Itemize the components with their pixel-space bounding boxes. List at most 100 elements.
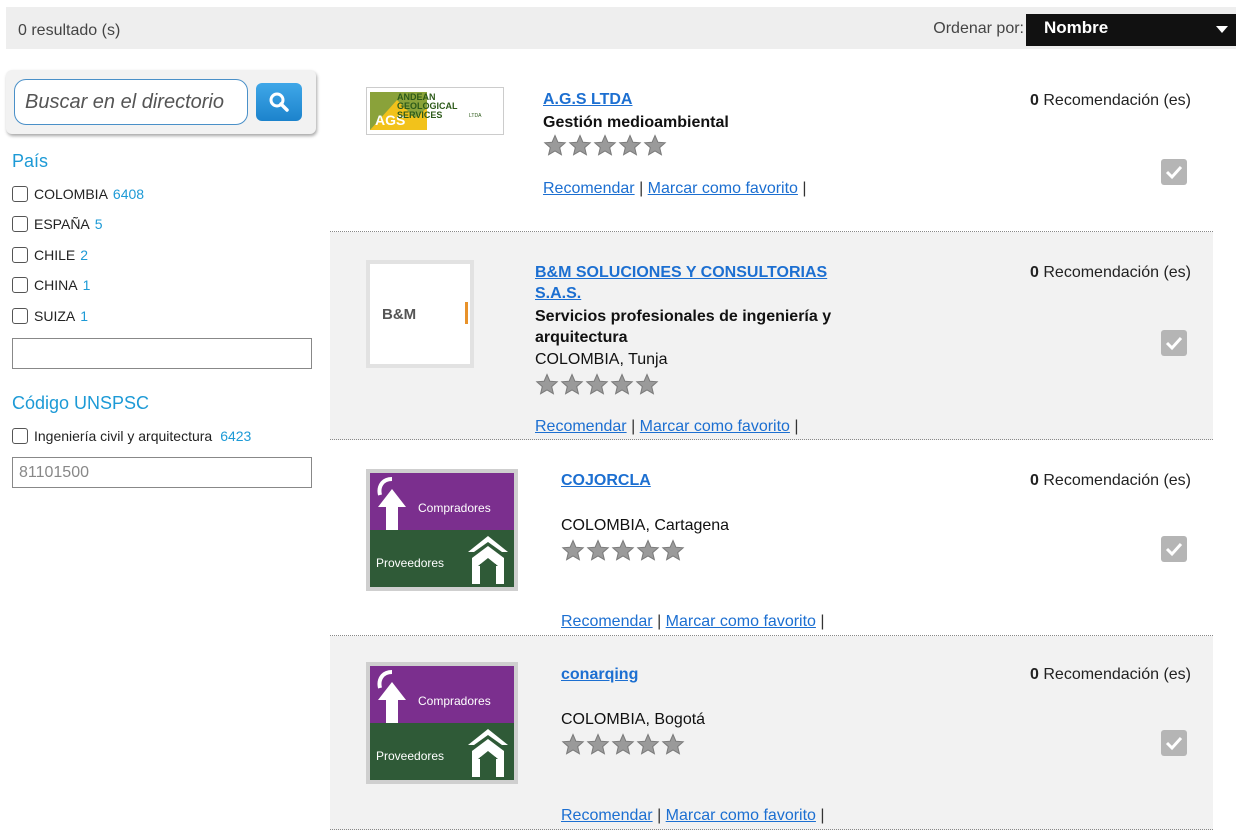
unspsc-item-civil-engineering[interactable]: Ingeniería civil y arquitectura 6423 bbox=[12, 427, 251, 445]
favorite-link[interactable]: Marcar como favorito bbox=[640, 418, 790, 435]
separator: | bbox=[657, 613, 662, 630]
favorite-link[interactable]: Marcar como favorito bbox=[648, 180, 798, 197]
separator: | bbox=[631, 418, 636, 435]
search-input[interactable] bbox=[14, 79, 248, 125]
rating-stars[interactable] bbox=[561, 539, 685, 562]
separator: | bbox=[820, 613, 825, 630]
select-checkbox[interactable] bbox=[1161, 330, 1187, 356]
rec-number: 0 bbox=[1030, 92, 1039, 109]
country-name: ESPAÑA bbox=[34, 216, 90, 232]
country-name: COLOMBIA bbox=[34, 186, 108, 202]
company-logo[interactable]: B&M bbox=[366, 260, 474, 368]
sort-label: Ordenar por: bbox=[933, 20, 1024, 37]
select-checkbox[interactable] bbox=[1161, 536, 1187, 562]
star-icon[interactable] bbox=[643, 134, 667, 157]
favorite-link[interactable]: Marcar como favorito bbox=[666, 807, 816, 824]
country-item-china[interactable]: CHINA 1 bbox=[12, 276, 90, 294]
rec-label: Recomendación (es) bbox=[1043, 92, 1191, 109]
star-icon[interactable] bbox=[611, 733, 635, 756]
star-icon[interactable] bbox=[635, 373, 659, 396]
result-actions: Recomendar | Marcar como favorito | bbox=[561, 807, 825, 825]
unspsc-facet-title: Código UNSPSC bbox=[12, 393, 150, 413]
star-icon[interactable] bbox=[661, 733, 685, 756]
result-actions: Recomendar | Marcar como favorito | bbox=[561, 613, 825, 631]
star-icon[interactable] bbox=[585, 373, 609, 396]
logo-text-3: SERVICES bbox=[397, 110, 443, 120]
company-title-link-2[interactable]: S.A.S. bbox=[535, 284, 581, 303]
checkbox[interactable] bbox=[12, 308, 28, 324]
result-row: AGS ANDEAN GEOLOGICAL SERVICES LTDA A.G.… bbox=[330, 70, 1213, 232]
checkbox[interactable] bbox=[12, 216, 28, 232]
favorite-link[interactable]: Marcar como favorito bbox=[666, 613, 816, 630]
checkbox[interactable] bbox=[12, 428, 28, 444]
company-logo[interactable]: Compradores Proveedores bbox=[366, 662, 518, 784]
star-icon[interactable] bbox=[535, 373, 559, 396]
checkbox[interactable] bbox=[12, 247, 28, 263]
rating-stars[interactable] bbox=[543, 134, 667, 157]
star-icon[interactable] bbox=[586, 733, 610, 756]
company-title-link[interactable]: B&M SOLUCIONES Y CONSULTORIAS bbox=[535, 263, 827, 282]
result-actions: Recomendar | Marcar como favorito | bbox=[543, 180, 807, 198]
star-icon[interactable] bbox=[661, 539, 685, 562]
star-icon[interactable] bbox=[561, 539, 585, 562]
recommend-link[interactable]: Recomendar bbox=[561, 613, 653, 630]
rec-label: Recomendación (es) bbox=[1043, 472, 1191, 489]
results-toolbar: 0 resultado (s) Ordenar por: Nombre bbox=[6, 7, 1236, 49]
result-row: Compradores Proveedores conarqing COLOMB… bbox=[330, 636, 1213, 830]
country-count: 5 bbox=[94, 216, 103, 232]
country-name: CHILE bbox=[34, 247, 76, 263]
search-button[interactable] bbox=[256, 83, 302, 121]
sort-value: Nombre bbox=[1044, 18, 1109, 37]
unspsc-name: Ingeniería civil y arquitectura bbox=[34, 428, 213, 444]
company-location: COLOMBIA, Tunja bbox=[535, 351, 668, 368]
arrow-up-icon bbox=[377, 477, 406, 530]
country-facet-title: País bbox=[12, 151, 49, 171]
select-checkbox[interactable] bbox=[1161, 730, 1187, 756]
logo-text: B&M bbox=[382, 306, 417, 323]
separator: | bbox=[639, 180, 644, 197]
separator: | bbox=[794, 418, 799, 435]
logo-bottom-band: Proveedores bbox=[370, 530, 514, 587]
unspsc-code-input[interactable] bbox=[12, 457, 312, 488]
company-logo[interactable]: AGS ANDEAN GEOLOGICAL SERVICES LTDA bbox=[366, 87, 504, 135]
recommend-link[interactable]: Recomendar bbox=[543, 180, 635, 197]
rating-stars[interactable] bbox=[535, 373, 659, 396]
recommendation-count: 0 Recomendación (es) bbox=[1030, 92, 1191, 110]
country-item-suiza[interactable]: SUIZA 1 bbox=[12, 307, 88, 325]
country-item-colombia[interactable]: COLOMBIA 6408 bbox=[12, 185, 144, 203]
unspsc-count: 6423 bbox=[220, 428, 252, 444]
logo-accent bbox=[465, 302, 468, 324]
star-icon[interactable] bbox=[543, 134, 567, 157]
company-title-link[interactable]: A.G.S LTDA bbox=[543, 90, 632, 109]
company-title-link[interactable]: conarqing bbox=[561, 665, 638, 684]
separator: | bbox=[802, 180, 807, 197]
checkbox[interactable] bbox=[12, 277, 28, 293]
rec-label: Recomendación (es) bbox=[1043, 666, 1191, 683]
star-icon[interactable] bbox=[568, 134, 592, 157]
star-icon[interactable] bbox=[611, 539, 635, 562]
country-filter-input[interactable] bbox=[12, 338, 312, 369]
rec-number: 0 bbox=[1030, 264, 1039, 281]
recommend-link[interactable]: Recomendar bbox=[535, 418, 627, 435]
recommend-link[interactable]: Recomendar bbox=[561, 807, 653, 824]
company-title-link[interactable]: COJORCLA bbox=[561, 471, 651, 490]
check-icon bbox=[1165, 542, 1183, 557]
country-item-espana[interactable]: ESPAÑA 5 bbox=[12, 215, 103, 233]
country-name: SUIZA bbox=[34, 308, 76, 324]
rating-stars[interactable] bbox=[561, 733, 685, 756]
star-icon[interactable] bbox=[618, 134, 642, 157]
select-checkbox[interactable] bbox=[1161, 159, 1187, 185]
star-icon[interactable] bbox=[560, 373, 584, 396]
sort-select[interactable]: Nombre bbox=[1026, 14, 1236, 46]
checkbox[interactable] bbox=[12, 186, 28, 202]
star-icon[interactable] bbox=[636, 733, 660, 756]
star-icon[interactable] bbox=[586, 539, 610, 562]
star-icon[interactable] bbox=[636, 539, 660, 562]
star-icon[interactable] bbox=[561, 733, 585, 756]
chevron-down-icon bbox=[1216, 26, 1228, 33]
logo-top-text: Compradores bbox=[418, 501, 491, 515]
star-icon[interactable] bbox=[593, 134, 617, 157]
country-item-chile[interactable]: CHILE 2 bbox=[12, 246, 88, 264]
company-logo[interactable]: Compradores Proveedores bbox=[366, 469, 518, 591]
star-icon[interactable] bbox=[610, 373, 634, 396]
